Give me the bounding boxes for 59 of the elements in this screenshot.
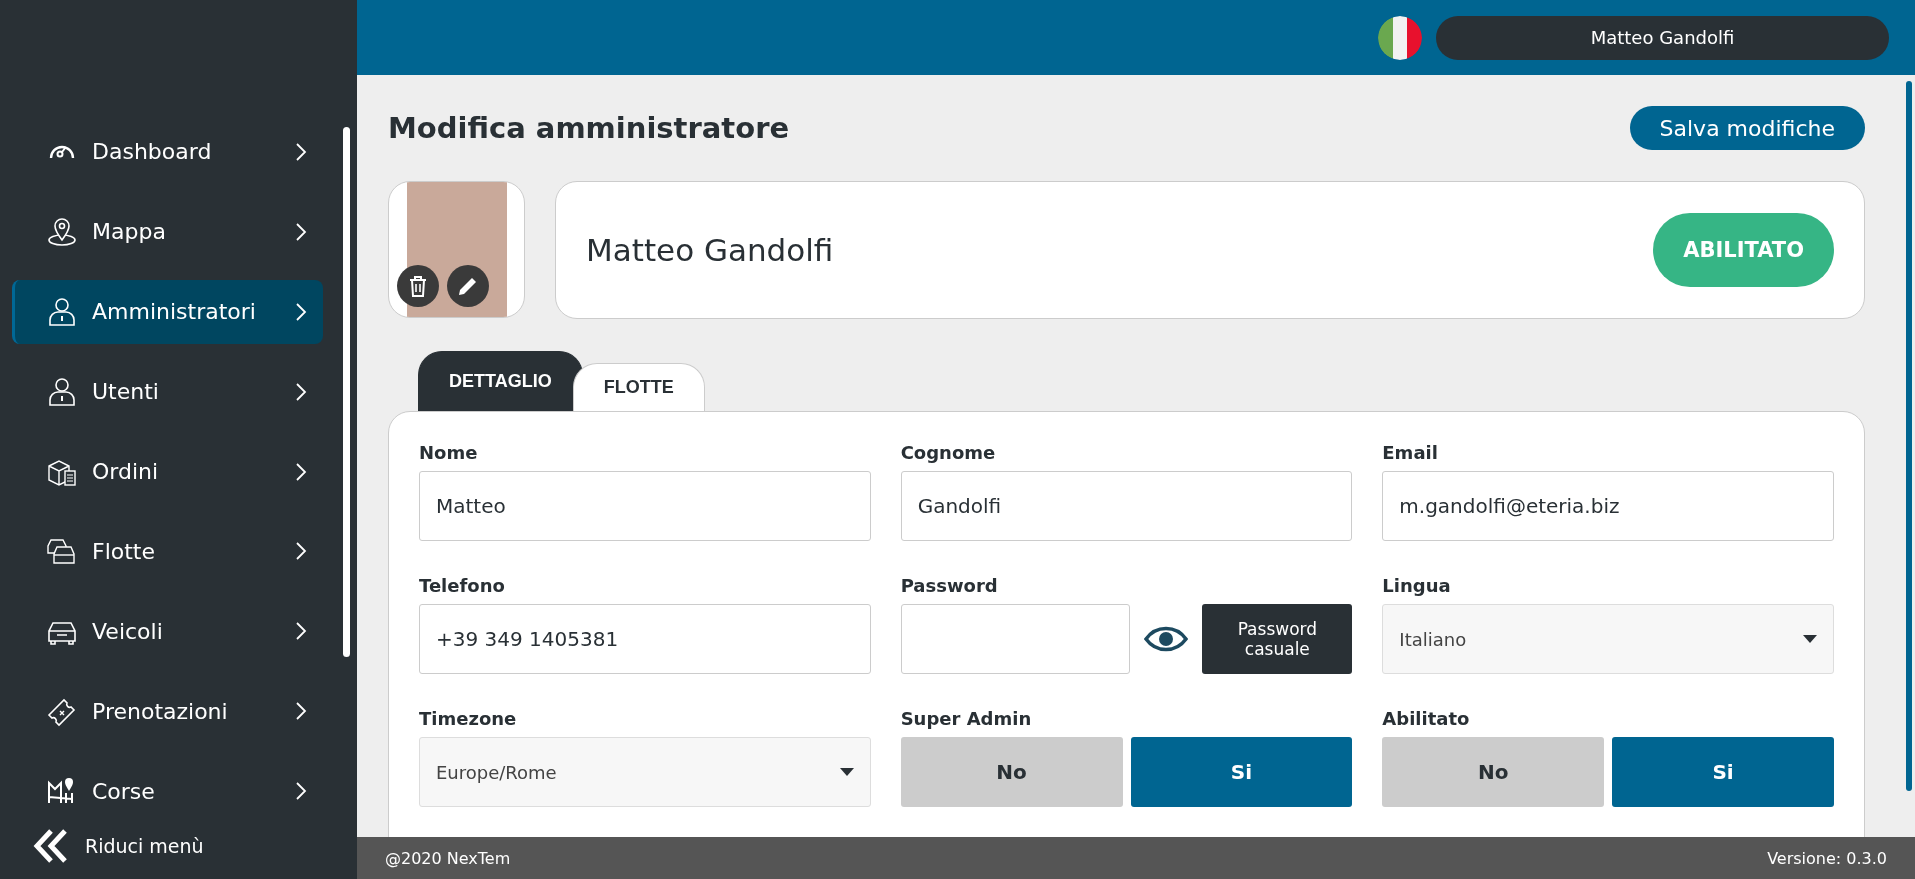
chevron-icon <box>295 221 307 242</box>
toggle-option[interactable]: No <box>900 737 1123 807</box>
save-button[interactable]: Salva modifiche <box>1629 106 1865 150</box>
toggle-option[interactable]: Si <box>1130 737 1353 807</box>
scrollbar[interactable] <box>1906 81 1912 791</box>
sidebar-item[interactable]: Dashboard <box>12 120 323 184</box>
field-label: Timezone <box>419 708 518 729</box>
text-input[interactable]: m.gandolfi@eteria.biz <box>1382 471 1834 541</box>
sidebar-item[interactable]: Flotte <box>12 519 323 584</box>
person-icon <box>46 295 78 328</box>
caret-icon <box>839 768 854 776</box>
chevron-icon <box>295 781 307 802</box>
sidebar-item[interactable]: Corse <box>12 759 323 823</box>
chevron-icon <box>295 381 307 402</box>
sidebar-item[interactable]: Amministratori <box>12 279 323 344</box>
field-label: Abilitato <box>1382 708 1471 729</box>
profile-name: Matteo Gandolfi <box>586 232 834 268</box>
version-text: Versione: 0.3.0 <box>1767 848 1887 868</box>
sidebar-item[interactable]: Mappa <box>12 199 323 264</box>
field-label: Super Admin <box>900 708 1033 729</box>
flag-icon[interactable] <box>1378 15 1422 60</box>
caret-icon <box>1803 635 1817 643</box>
field-label: Telefono <box>419 575 506 596</box>
field-label: Nome <box>419 442 479 463</box>
chevron-icon <box>295 701 307 722</box>
chevron-icon <box>295 141 307 162</box>
copyright-text: @2020 NexTem <box>385 848 511 868</box>
sidebar-item[interactable]: Prenotazioni <box>12 679 323 744</box>
status-badge: ABILITATO <box>1653 213 1834 287</box>
chevron-icon <box>295 301 307 322</box>
page-title: Modifica amministratore <box>388 111 790 145</box>
field-label: Password <box>900 575 999 596</box>
scrollbar[interactable] <box>343 127 350 657</box>
select-dropdown[interactable]: Italiano <box>1382 604 1834 674</box>
double-chevron-icon <box>33 828 69 864</box>
select-dropdown[interactable]: Europe/Rome <box>419 737 871 807</box>
person-icon <box>46 375 78 408</box>
chevron-icon <box>295 621 307 642</box>
toggle-option[interactable]: No <box>1382 737 1605 807</box>
toggle-option[interactable]: Si <box>1612 737 1834 807</box>
eye-icon[interactable] <box>1144 625 1189 653</box>
sidebar-item[interactable]: Ordini <box>12 439 323 504</box>
tab[interactable]: DETTAGLIO <box>418 351 583 411</box>
delete-button[interactable] <box>397 265 439 307</box>
password-input[interactable] <box>900 604 1131 674</box>
user-menu-button[interactable]: Matteo Gandolfi <box>1436 15 1889 60</box>
chevron-icon <box>295 541 307 562</box>
field-label: Lingua <box>1382 575 1452 596</box>
text-input[interactable]: +39 349 1405381 <box>419 604 871 674</box>
pin-icon <box>46 215 78 248</box>
tab[interactable]: FLOTTE <box>572 363 705 411</box>
field-label: Cognome <box>900 442 997 463</box>
chevron-icon <box>295 461 307 482</box>
field-label: Email <box>1382 442 1439 463</box>
text-input[interactable]: Matteo <box>419 471 871 541</box>
random-password-button[interactable]: Password casuale <box>1202 604 1353 674</box>
sidebar-item[interactable]: Utenti <box>12 359 323 424</box>
text-input[interactable]: Gandolfi <box>900 471 1353 541</box>
sidebar-item[interactable]: Veicoli <box>12 599 323 664</box>
